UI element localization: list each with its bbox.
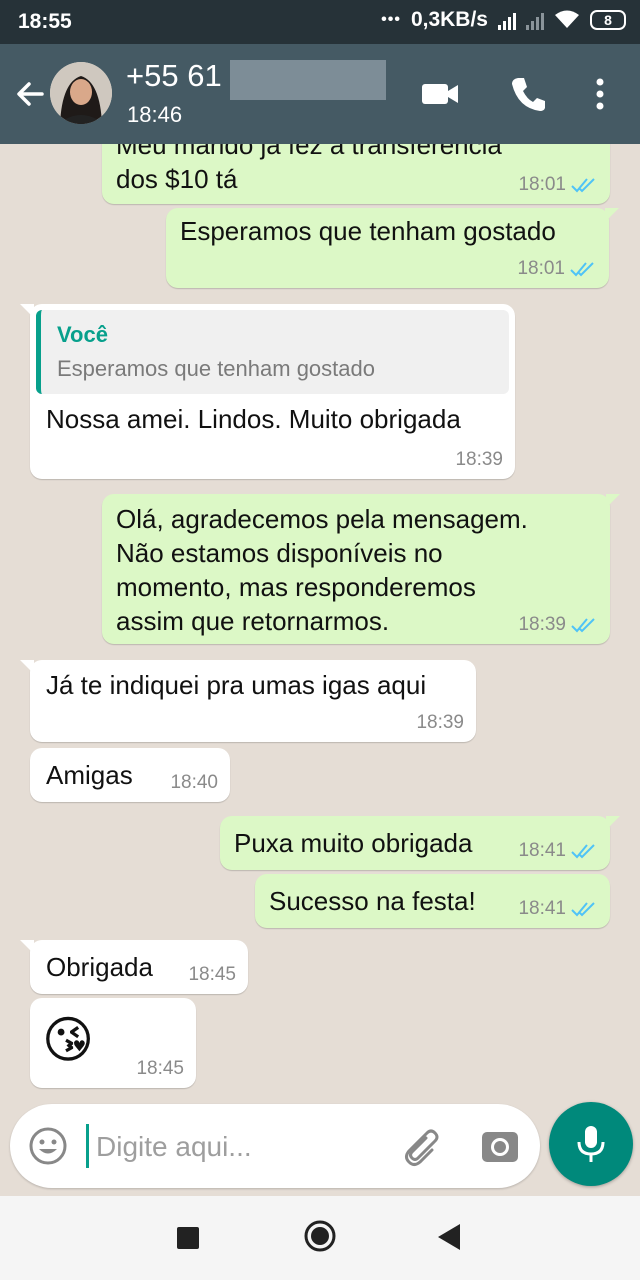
contact-name[interactable]: +55 61 [126, 58, 222, 94]
phone-icon[interactable] [508, 74, 548, 114]
message-meta: 18:01 [518, 174, 598, 196]
bubble-tail [20, 660, 34, 674]
status-bar: 18:55 ••• 0,3KB/s 8 [0, 0, 640, 44]
emoji-icon[interactable] [28, 1126, 68, 1166]
recents-square-icon[interactable] [177, 1227, 199, 1249]
status-indicators: ••• 0,3KB/s 8 [381, 8, 626, 32]
paperclip-icon[interactable] [402, 1124, 446, 1168]
message-incoming[interactable]: Obrigada 18:45 [20, 940, 248, 994]
signal-icon [498, 10, 516, 30]
network-speed: 0,3KB/s [410, 8, 488, 31]
mic-button[interactable] [549, 1102, 633, 1186]
message-time: 18:39 [455, 449, 503, 470]
message-meta: 18:45 [136, 1058, 184, 1080]
message-outgoing[interactable]: Esperamos que tenham gostado 18:01 [166, 208, 619, 288]
message-text: Já te indiquei pra umas igas aqui [46, 670, 427, 700]
message-text: momento, mas responderemos [116, 572, 476, 602]
message-meta: 18:39 [455, 449, 503, 471]
battery-icon: 8 [590, 10, 626, 30]
message-meta: 18:41 [518, 898, 598, 920]
last-seen: 18:46 [127, 102, 183, 127]
message-text: Nossa amei. Lindos. Muito obrigada [46, 404, 461, 434]
message-meta: 18:41 [518, 840, 598, 862]
more-vert-icon[interactable] [580, 74, 620, 114]
message-incoming[interactable]: Você Esperamos que tenham gostado Nossa … [20, 304, 515, 479]
message-time: 18:41 [518, 840, 566, 861]
message-meta: 18:01 [517, 258, 597, 280]
message-meta: 18:39 [518, 614, 598, 636]
message-meta: 18:40 [170, 772, 218, 794]
message-incoming[interactable]: Já te indiquei pra umas igas aqui 18:39 [20, 660, 476, 742]
message-meta: 18:45 [188, 964, 236, 986]
bubble-tail [606, 494, 620, 508]
camera-icon[interactable] [480, 1126, 520, 1166]
back-triangle-icon[interactable] [438, 1224, 460, 1250]
message-text: Esperamos que tenham gostado [180, 216, 556, 246]
message-outgoing[interactable]: Puxa muito obrigada 18:41 [220, 816, 620, 870]
message-outgoing[interactable]: Sucesso na festa! 18:41 [255, 874, 610, 928]
double-check-icon [570, 262, 594, 277]
microphone-icon [577, 1126, 605, 1162]
quote-text: Esperamos que tenham gostado [57, 356, 375, 381]
message-text: Meu marido já fez a transferência [116, 144, 502, 160]
home-circle-icon[interactable] [303, 1219, 337, 1253]
bubble-tail [606, 816, 620, 830]
double-check-icon [571, 844, 595, 859]
chat-area[interactable]: Meu marido já fez a transferência dos $1… [0, 144, 640, 1196]
wifi-icon [555, 10, 579, 28]
bubble-tail [20, 940, 34, 954]
double-check-icon [571, 902, 595, 917]
message-text: Sucesso na festa! [269, 886, 476, 916]
message-composer [10, 1104, 540, 1188]
message-text: Olá, agradecemos pela mensagem. [116, 504, 528, 534]
bubble-tail [20, 304, 34, 318]
message-input[interactable] [94, 1122, 398, 1172]
message-time: 18:01 [517, 258, 565, 279]
signal-2-icon [526, 10, 544, 30]
quoted-message[interactable]: Você Esperamos que tenham gostado [36, 310, 509, 394]
message-outgoing[interactable]: Meu marido já fez a transferência dos $1… [102, 144, 610, 204]
bubble-tail [605, 208, 619, 222]
quote-author: Você [57, 322, 108, 347]
message-incoming[interactable]: Amigas 18:40 [30, 748, 230, 802]
message-time: 18:39 [518, 614, 566, 635]
message-text: dos $10 tá [116, 164, 238, 194]
message-text: Amigas [46, 760, 133, 790]
message-text: Obrigada [46, 952, 153, 982]
redacted-number [230, 60, 386, 100]
text-cursor [86, 1124, 89, 1168]
double-check-icon [571, 618, 595, 633]
message-time: 18:40 [170, 772, 218, 793]
message-time: 18:01 [518, 174, 566, 195]
video-call-icon[interactable] [420, 74, 460, 114]
message-text: Não estamos disponíveis no [116, 538, 443, 568]
message-meta: 18:39 [416, 712, 464, 734]
message-time: 18:45 [188, 964, 236, 985]
chat-header: +55 61 18:46 [0, 44, 640, 144]
notification-dots: ••• [381, 11, 401, 28]
message-incoming[interactable]: 😘 18:45 [30, 998, 196, 1088]
status-time: 18:55 [18, 10, 72, 33]
double-check-icon [571, 178, 595, 193]
kiss-emoji: 😘 [42, 1012, 95, 1068]
message-outgoing[interactable]: Olá, agradecemos pela mensagem. Não esta… [102, 494, 620, 644]
avatar-photo [50, 62, 112, 124]
message-time: 18:41 [518, 898, 566, 919]
back-arrow-icon[interactable] [12, 76, 48, 112]
system-nav-bar [0, 1196, 640, 1280]
message-time: 18:39 [416, 712, 464, 733]
avatar[interactable] [50, 62, 112, 124]
message-text: assim que retornarmos. [116, 606, 390, 636]
message-text: Puxa muito obrigada [234, 828, 473, 858]
battery-level: 8 [604, 12, 612, 28]
message-time: 18:45 [136, 1058, 184, 1079]
